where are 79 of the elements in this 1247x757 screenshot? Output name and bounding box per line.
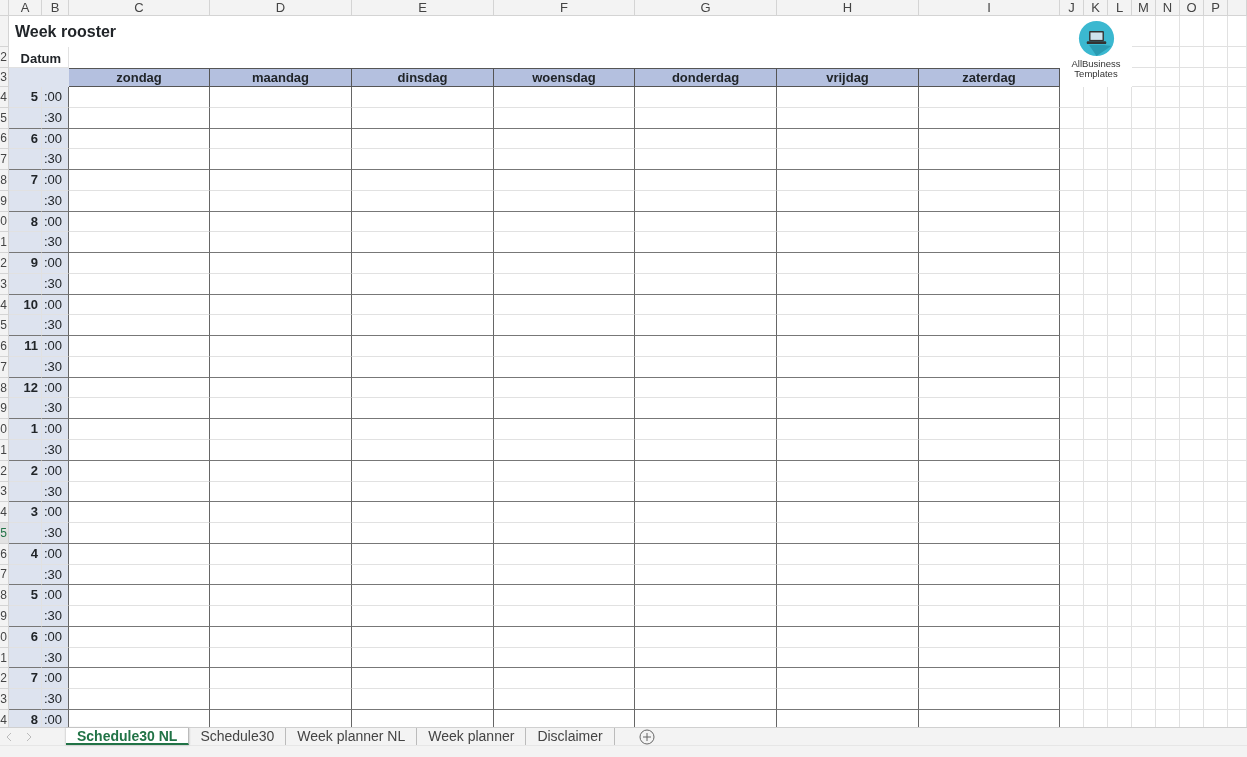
- hour-label: 5: [9, 87, 42, 108]
- minute-label: :30: [42, 523, 69, 544]
- column-header[interactable]: D: [210, 0, 352, 16]
- minute-label: :00: [42, 668, 69, 690]
- hour-label: 1: [9, 419, 42, 440]
- column-header[interactable]: M: [1132, 0, 1156, 16]
- minute-label: :00: [42, 211, 69, 233]
- minute-label: :30: [42, 647, 69, 669]
- row-header[interactable]: [0, 16, 9, 47]
- column-header[interactable]: E: [352, 0, 494, 16]
- hour-label: 7: [9, 170, 42, 191]
- column-header[interactable]: [0, 0, 9, 16]
- hour-label: 9: [9, 253, 42, 274]
- hour-label: 4: [9, 543, 42, 565]
- minute-label: :00: [42, 87, 69, 108]
- minute-label: :00: [42, 626, 69, 648]
- day-header: woensdag: [494, 68, 635, 87]
- column-header[interactable]: A: [9, 0, 42, 16]
- column-header[interactable]: I: [919, 0, 1060, 16]
- minute-label: :30: [42, 149, 69, 171]
- minute-label: :00: [42, 543, 69, 565]
- minute-label: :00: [42, 170, 69, 191]
- column-header[interactable]: G: [635, 0, 777, 16]
- laptop-logo-icon: [1077, 20, 1115, 57]
- day-header: donderdag: [635, 68, 777, 87]
- day-header: dinsdag: [352, 68, 494, 87]
- day-header: maandag: [210, 68, 352, 87]
- column-header[interactable]: [1228, 0, 1247, 16]
- column-header[interactable]: N: [1156, 0, 1180, 16]
- minute-label: :30: [42, 564, 69, 586]
- column-header[interactable]: F: [494, 0, 635, 16]
- column-header[interactable]: L: [1108, 0, 1132, 16]
- column-header[interactable]: C: [69, 0, 210, 16]
- column-header[interactable]: J: [1060, 0, 1084, 16]
- minute-label: :30: [42, 315, 69, 337]
- sheet-tab[interactable]: Schedule30 NL: [66, 728, 190, 745]
- day-header: zondag: [69, 68, 210, 87]
- hour-label: 8: [9, 211, 42, 233]
- minute-label: :30: [42, 481, 69, 503]
- hour-label: 3: [9, 502, 42, 524]
- hour-label: 7: [9, 668, 42, 690]
- minute-label: :30: [42, 107, 69, 129]
- minute-label: :30: [42, 689, 69, 710]
- minute-label: :00: [42, 253, 69, 274]
- column-header[interactable]: O: [1180, 0, 1204, 16]
- hour-label: 10: [9, 294, 42, 316]
- column-header[interactable]: K: [1084, 0, 1108, 16]
- add-sheet-icon[interactable]: [638, 728, 655, 745]
- logo-text: AllBusiness Templates: [1070, 59, 1122, 80]
- minute-label: :30: [42, 606, 69, 627]
- row-header[interactable]: 2: [0, 47, 9, 68]
- minute-label: :30: [42, 273, 69, 295]
- minute-label: :30: [42, 440, 69, 461]
- hour-label: 6: [9, 128, 42, 150]
- hour-label: 12: [9, 377, 42, 399]
- minute-label: :00: [42, 294, 69, 316]
- scroll-right-icon[interactable]: [26, 732, 32, 741]
- hour-label: 11: [9, 336, 42, 357]
- hour-label: 2: [9, 460, 42, 482]
- column-header[interactable]: B: [42, 0, 69, 16]
- minute-label: :30: [42, 232, 69, 254]
- minute-label: :00: [42, 585, 69, 607]
- hour-label: 6: [9, 626, 42, 648]
- day-header: vrijdag: [777, 68, 919, 87]
- minute-label: :00: [42, 336, 69, 357]
- column-header[interactable]: P: [1204, 0, 1228, 16]
- day-header: zaterdag: [919, 68, 1060, 87]
- minute-label: :30: [42, 190, 69, 212]
- minute-label: :30: [42, 398, 69, 420]
- minute-label: :00: [42, 128, 69, 150]
- sheet-title: Week rooster: [14, 22, 118, 42]
- hour-label: 5: [9, 585, 42, 607]
- minute-label: :00: [42, 377, 69, 399]
- minute-label: :00: [42, 460, 69, 482]
- minute-label: :00: [42, 502, 69, 524]
- minute-label: :00: [42, 419, 69, 440]
- column-header[interactable]: H: [777, 0, 919, 16]
- scroll-left-icon[interactable]: [6, 732, 12, 741]
- minute-label: :30: [42, 356, 69, 378]
